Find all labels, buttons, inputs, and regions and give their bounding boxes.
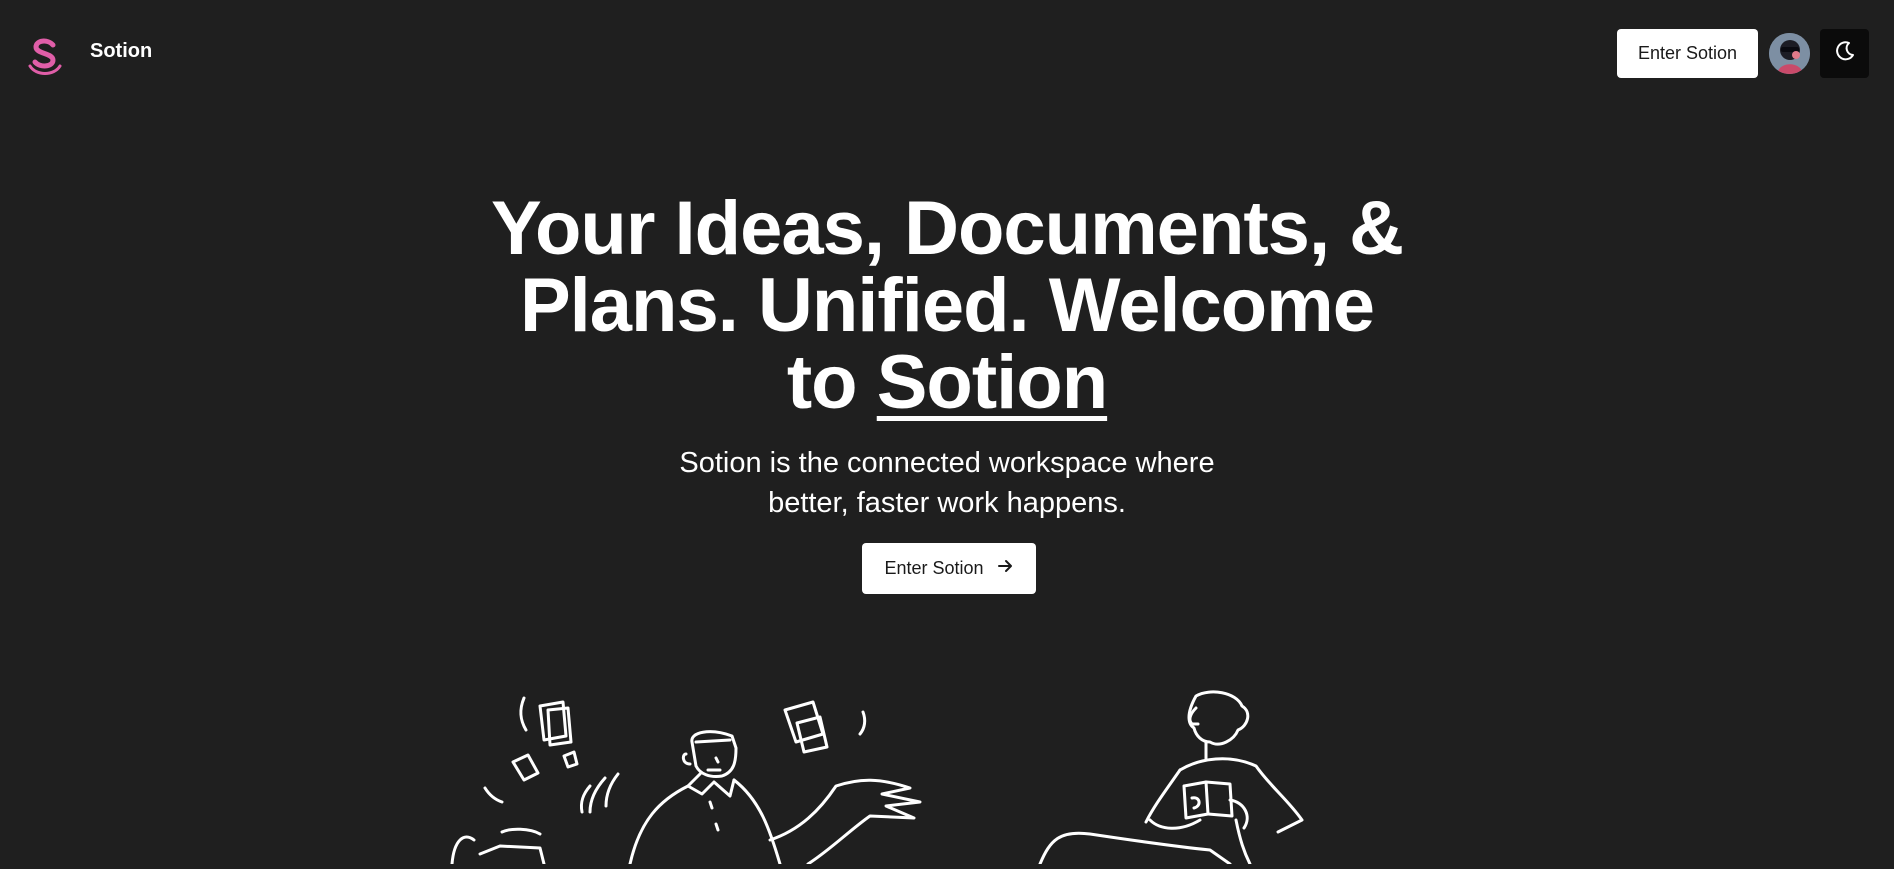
hero-section: Your Ideas, Documents, & Plans. Unified.… xyxy=(0,190,1894,523)
theme-toggle-button[interactable] xyxy=(1820,29,1869,78)
hero-title-accent: Sotion xyxy=(876,340,1108,425)
hero-title: Your Ideas, Documents, & Plans. Unified.… xyxy=(447,190,1447,421)
hero-subtitle-line2: better, faster work happens. xyxy=(768,487,1126,519)
hero-subtitle: Sotion is the connected workspace where … xyxy=(627,443,1267,523)
illustration-papers-man xyxy=(440,690,930,866)
illustration-reading-woman xyxy=(1030,690,1330,866)
hero-title-line1: Your Ideas, Documents, & xyxy=(490,186,1404,271)
arrow-right-icon xyxy=(996,557,1014,580)
hero-subtitle-line1: Sotion is the connected workspace where xyxy=(679,447,1215,479)
top-navbar: Sotion Enter Sotion xyxy=(0,0,1894,108)
enter-sotion-button[interactable]: Enter Sotion xyxy=(1617,29,1758,78)
moon-icon xyxy=(1834,40,1856,67)
user-avatar[interactable] xyxy=(1769,33,1810,74)
hero-title-to: to xyxy=(786,340,858,425)
hero-title-line2: Plans. Unified. Welcome xyxy=(519,263,1375,348)
brand-name[interactable]: Sotion xyxy=(90,40,152,63)
sotion-logo-icon[interactable] xyxy=(26,36,64,78)
hero-enter-sotion-button[interactable]: Enter Sotion xyxy=(862,543,1036,594)
hero-cta-label: Enter Sotion xyxy=(884,558,984,578)
